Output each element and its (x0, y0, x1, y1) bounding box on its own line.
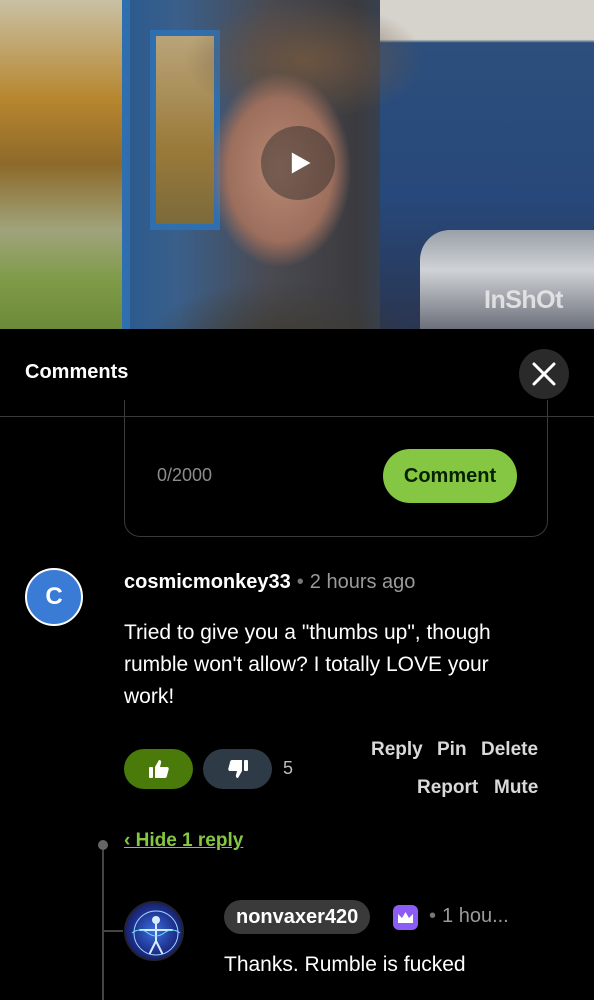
thumbs-down-icon (227, 760, 248, 778)
vote-count: 5 (283, 758, 294, 778)
video-watermark: InShOt (484, 286, 563, 314)
reply-text: Thanks. Rumble is fucked (224, 953, 466, 976)
reply-username[interactable]: nonvaxer420 (224, 900, 371, 934)
thumbs-up-icon (148, 760, 169, 778)
thread-dot (98, 840, 108, 850)
hide-replies-link[interactable]: ‹ Hide 1 reply (124, 830, 243, 852)
comment-timestamp: 2 hours ago (309, 571, 416, 593)
comment-text: Tried to give you a "thumbs up", though … (124, 621, 491, 708)
video-background-window (0, 0, 130, 329)
close-button[interactable] (519, 349, 569, 399)
mute-button[interactable]: Mute (494, 777, 538, 799)
close-icon (532, 362, 556, 386)
play-icon (291, 152, 311, 174)
play-button[interactable] (261, 126, 335, 200)
comment-meta: cosmicmonkey33 • 2 hours ago (124, 571, 415, 594)
character-counter: 0/2000 (157, 465, 213, 485)
reply-meta: • 1 hou... (429, 905, 509, 928)
meta-separator: • (429, 905, 437, 927)
report-button[interactable]: Report (417, 777, 478, 799)
delete-button[interactable]: Delete (481, 739, 538, 761)
video-player[interactable]: InShOt (0, 0, 594, 329)
comments-title: Comments (25, 361, 129, 383)
avatar[interactable] (124, 901, 184, 961)
submit-comment-button[interactable]: Comment (383, 449, 517, 503)
premium-badge (393, 905, 418, 930)
pin-button[interactable]: Pin (437, 739, 467, 761)
upvote-button[interactable] (124, 749, 193, 789)
downvote-button[interactable] (203, 749, 272, 789)
crown-icon (398, 911, 413, 923)
reply-button[interactable]: Reply (371, 739, 423, 761)
vitruvian-figure-icon (131, 910, 181, 956)
thread-line (102, 844, 104, 1000)
comment-composer[interactable]: 0/2000 Comment (124, 400, 548, 537)
avatar[interactable]: C (25, 568, 83, 626)
thread-branch (103, 930, 123, 932)
meta-separator: • (296, 571, 304, 593)
reply-timestamp: 1 hou... (442, 905, 509, 927)
comment-username[interactable]: cosmicmonkey33 (124, 571, 291, 593)
